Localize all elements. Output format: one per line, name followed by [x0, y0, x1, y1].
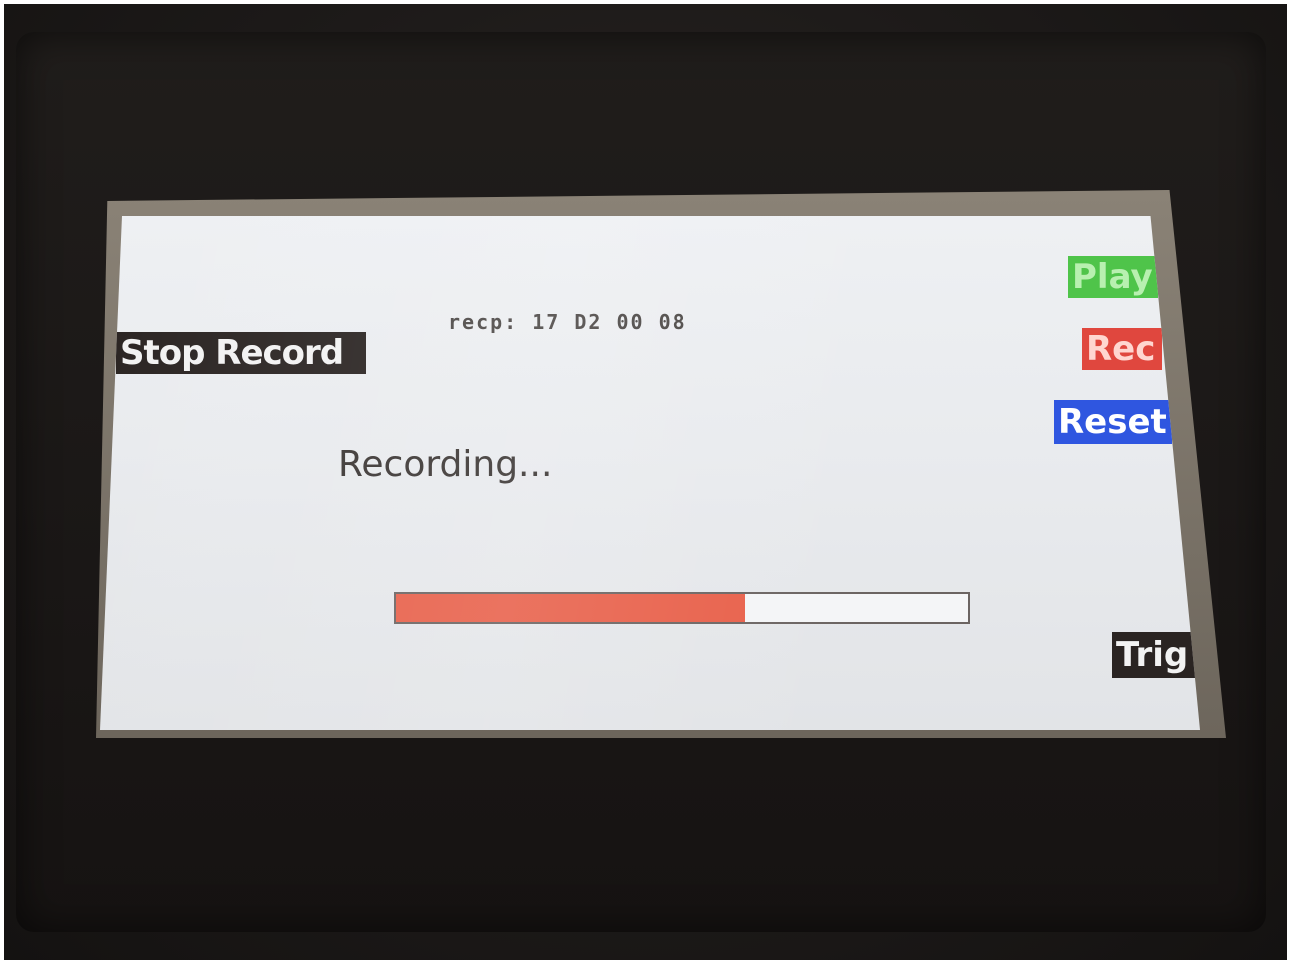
rec-button[interactable]: Rec: [1082, 328, 1162, 370]
stop-record-button[interactable]: Stop Record: [116, 332, 366, 374]
reset-button[interactable]: Reset: [1054, 400, 1172, 444]
recording-status: Recording...: [338, 444, 553, 485]
recording-progress-fill: [396, 594, 745, 622]
lcd-screen: Stop Record recp: 17 D2 00 08 Recording.…: [100, 216, 1200, 730]
recording-progress-bar: [394, 592, 970, 624]
play-button[interactable]: Play: [1068, 256, 1158, 298]
recp-readout: recp: 17 D2 00 08: [448, 310, 687, 334]
trig-button[interactable]: Trig: [1112, 632, 1198, 678]
